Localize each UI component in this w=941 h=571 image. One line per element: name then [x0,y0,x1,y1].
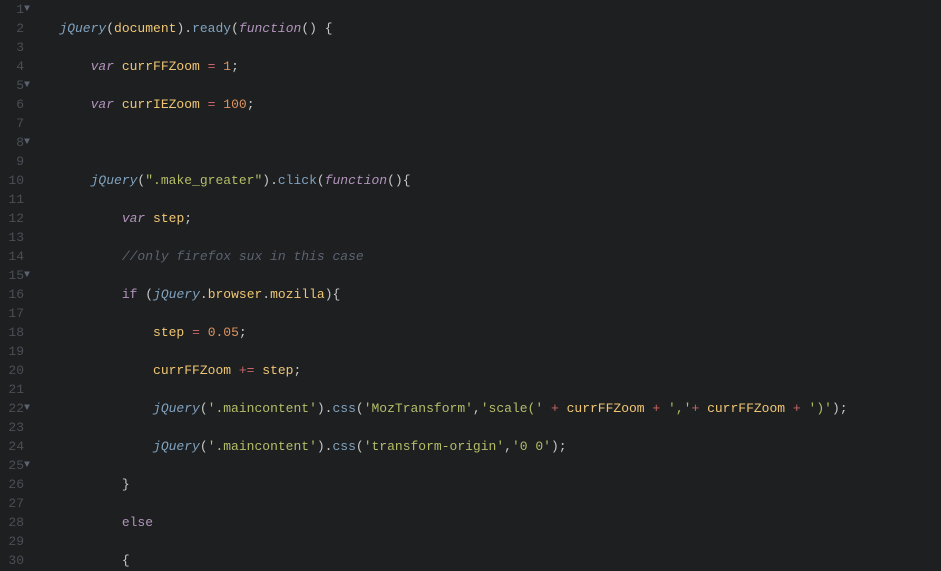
line-number: 10 [4,171,24,190]
fold-icon[interactable]: ▼ [24,399,30,418]
code-line[interactable]: //only firefox sux in this case [36,247,941,266]
line-number: 8▼ [4,133,24,152]
line-number: 1▼ [4,0,24,19]
line-number: 13 [4,228,24,247]
fold-icon[interactable]: ▼ [24,266,30,285]
line-number: 26 [4,475,24,494]
fold-icon[interactable]: ▼ [24,456,30,475]
code-line[interactable]: jQuery(document).ready(function() { [36,19,941,38]
code-line[interactable]: jQuery('.maincontent').css('transform-or… [36,437,941,456]
fold-icon[interactable]: ▼ [24,0,30,19]
code-line[interactable]: if (jQuery.browser.mozilla){ [36,285,941,304]
code-line[interactable]: { [36,551,941,570]
fold-icon[interactable]: ▼ [24,133,30,152]
fold-icon[interactable]: ▼ [24,76,30,95]
code-line[interactable] [36,133,941,152]
line-number: 17 [4,304,24,323]
line-number: 25▼ [4,456,24,475]
code-line[interactable]: jQuery('.maincontent').css('MozTransform… [36,399,941,418]
line-number: 9 [4,152,24,171]
line-number: 29 [4,532,24,551]
code-line[interactable]: var currFFZoom = 1; [36,57,941,76]
line-number: 19 [4,342,24,361]
line-number: 6 [4,95,24,114]
code-editor[interactable]: 1▼ 2 3 4 5▼ 6 7 8▼ 9 10 11 12 13 14 15▼ … [0,0,941,571]
code-line[interactable]: else [36,513,941,532]
line-number: 3 [4,38,24,57]
line-number: 18 [4,323,24,342]
line-number: 24 [4,437,24,456]
line-number: 12 [4,209,24,228]
line-number: 30 [4,551,24,570]
line-number: 14 [4,247,24,266]
code-line[interactable]: currFFZoom += step; [36,361,941,380]
line-number: 2 [4,19,24,38]
line-number: 7 [4,114,24,133]
line-number: 11 [4,190,24,209]
line-number: 16 [4,285,24,304]
line-number: 22▼ [4,399,24,418]
code-line[interactable]: var currIEZoom = 100; [36,95,941,114]
code-line[interactable]: step = 0.05; [36,323,941,342]
line-number-gutter: 1▼ 2 3 4 5▼ 6 7 8▼ 9 10 11 12 13 14 15▼ … [0,0,32,571]
code-line[interactable]: var step; [36,209,941,228]
line-number: 4 [4,57,24,76]
line-number: 15▼ [4,266,24,285]
line-number: 23 [4,418,24,437]
code-line[interactable]: } [36,475,941,494]
line-number: 28 [4,513,24,532]
code-line[interactable]: jQuery(".make_greater").click(function()… [36,171,941,190]
code-area[interactable]: jQuery(document).ready(function() { var … [32,0,941,571]
line-number: 20 [4,361,24,380]
line-number: 21 [4,380,24,399]
line-number: 27 [4,494,24,513]
line-number: 5▼ [4,76,24,95]
